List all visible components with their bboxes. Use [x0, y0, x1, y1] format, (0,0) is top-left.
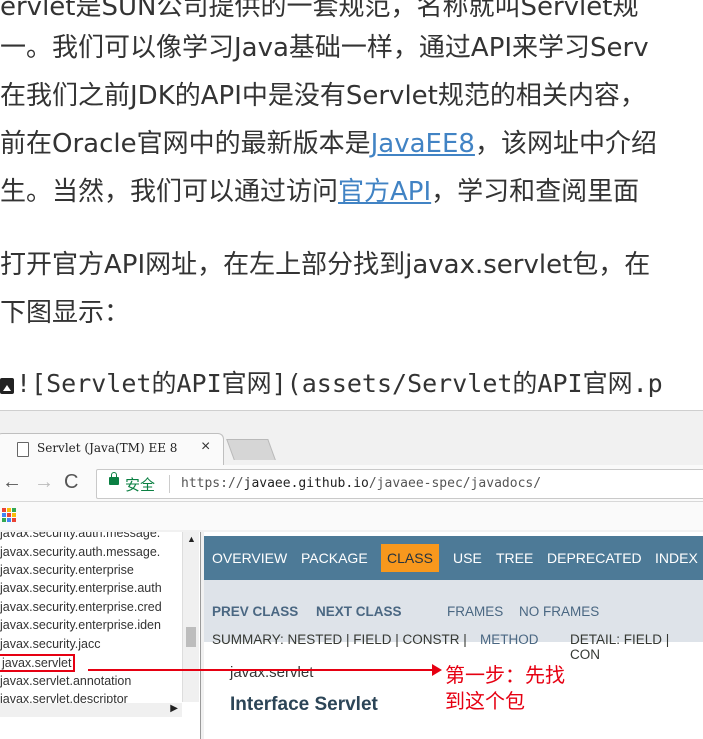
package-link[interactable]: javax.security.jacc: [0, 637, 101, 651]
secure-label: 安全: [125, 477, 156, 494]
article-text: ，该网址中介绍: [474, 129, 657, 159]
browser-toolbar: ← → C 安全 https://javaee.github.io/javaee…: [0, 465, 703, 502]
back-icon[interactable]: ←: [2, 471, 22, 494]
package-link[interactable]: javax.security.enterprise.cred: [0, 600, 162, 614]
article-para2-line-2: 下图显示：: [0, 298, 131, 328]
javadoc-sub-nav: PREV CLASS NEXT CLASS FRAMES NO FRAMES S…: [204, 580, 703, 662]
scroll-up-icon[interactable]: ▲: [187, 534, 196, 544]
next-class-link[interactable]: NEXT CLASS: [316, 604, 402, 619]
nav-class[interactable]: CLASS: [381, 544, 439, 572]
summary-label: SUMMARY: NESTED | FIELD | CONSTR |: [212, 632, 467, 647]
annotation-arrow-head: [432, 664, 442, 676]
nav-overview[interactable]: OVERVIEW: [212, 550, 287, 566]
page-icon: [17, 442, 29, 457]
forward-icon[interactable]: →: [34, 471, 54, 494]
package-link[interactable]: javax.security.auth.message.: [0, 545, 160, 559]
package-link[interactable]: javax.security.enterprise.auth: [0, 581, 162, 595]
close-icon[interactable]: ×: [201, 438, 210, 456]
embedded-screenshot: Servlet (Java(TM) EE 8 × ← → C 安全 https:…: [0, 410, 703, 739]
article-para2-line-1: 打开官方API网址，在左上部分找到javax.servlet包，在: [0, 250, 651, 280]
image-icon: [0, 378, 14, 394]
tab-title: Servlet (Java(TM) EE 8: [37, 441, 178, 455]
prev-class-link[interactable]: PREV CLASS: [212, 604, 298, 619]
package-link[interactable]: javax.security.auth.message.: [0, 532, 160, 540]
package-link[interactable]: javax.servlet.annotation: [0, 674, 131, 688]
annotation-arrow-line: [88, 669, 434, 671]
lock-icon: [109, 472, 119, 485]
url-scheme: https://: [181, 476, 244, 491]
detail-label: DETAIL: FIELD | CON: [570, 632, 670, 662]
javaee8-link[interactable]: JavaEE8: [371, 129, 475, 159]
nav-deprecated[interactable]: DEPRECATED: [547, 550, 642, 566]
annotation-note: 第一步：先找 到这个包: [445, 662, 565, 714]
browser-tab-bar: Servlet (Java(TM) EE 8 ×: [0, 411, 703, 466]
url-host: javaee.github.io: [243, 476, 369, 491]
article-line-1: ervlet是SUN公司提供的一套规范，名称就叫Servlet规: [0, 0, 639, 22]
article-line-2: 一。我们可以像学习Java基础一样，通过API来学习Serv: [0, 33, 649, 63]
horizontal-scrollbar[interactable]: ▶: [0, 703, 182, 717]
vertical-scrollbar[interactable]: ▲: [182, 532, 199, 702]
summary-method-link[interactable]: METHOD: [480, 632, 539, 647]
image-markdown-text: ![Servlet的API官网](assets/Servlet的API官网.p: [16, 369, 663, 398]
package-link[interactable]: javax.security.enterprise.iden: [0, 618, 161, 632]
nav-use[interactable]: USE: [453, 550, 482, 566]
interface-title: Interface Servlet: [230, 694, 378, 715]
scrollbar-thumb[interactable]: [186, 627, 196, 647]
bookmarks-bar: [0, 502, 703, 530]
divider: [169, 475, 170, 493]
annotation-line-1: 第一步：先找: [445, 663, 565, 687]
url-text: https://javaee.github.io/javaee-spec/jav…: [181, 476, 541, 491]
nav-package[interactable]: PACKAGE: [301, 550, 368, 566]
nav-index[interactable]: INDEX: [655, 550, 698, 566]
annotation-line-2: 到这个包: [445, 689, 525, 713]
package-link-javax-servlet[interactable]: javax.servlet: [0, 654, 76, 672]
article-text: ，学习和查阅里面: [431, 177, 640, 207]
javadoc-top-nav: OVERVIEW PACKAGE CLASS USE TREE DEPRECAT…: [204, 536, 703, 580]
browser-tab[interactable]: Servlet (Java(TM) EE 8 ×: [0, 433, 224, 466]
address-bar[interactable]: 安全 https://javaee.github.io/javaee-spec/…: [96, 469, 703, 499]
no-frames-link[interactable]: NO FRAMES: [519, 604, 599, 619]
frames-link[interactable]: FRAMES: [447, 604, 503, 619]
url-path: /javaee-spec/javadocs/: [368, 476, 542, 491]
package-link[interactable]: javax.security.enterprise: [0, 563, 134, 577]
apps-icon[interactable]: [2, 508, 16, 522]
nav-tree[interactable]: TREE: [496, 550, 533, 566]
package-name: javax.servlet: [230, 664, 314, 681]
reload-icon[interactable]: C: [64, 471, 78, 494]
article-text: 生。当然，我们可以通过访问: [0, 177, 339, 207]
article-text: 前在Oracle官网中的最新版本是: [0, 129, 371, 159]
official-api-link[interactable]: 官方API: [338, 177, 431, 207]
scroll-right-icon[interactable]: ▶: [170, 703, 178, 714]
new-tab-button[interactable]: [226, 439, 276, 460]
article-line-5: 生。当然，我们可以通过访问官方API，学习和查阅里面: [0, 175, 639, 209]
article-line-3: 在我们之前JDK的API中是没有Servlet规范的相关内容，: [0, 81, 646, 111]
article-line-4: 前在Oracle官网中的最新版本是JavaEE8，该网址中介绍: [0, 127, 657, 161]
image-markdown-source: ![Servlet的API官网](assets/Servlet的API官网.p: [0, 364, 663, 400]
